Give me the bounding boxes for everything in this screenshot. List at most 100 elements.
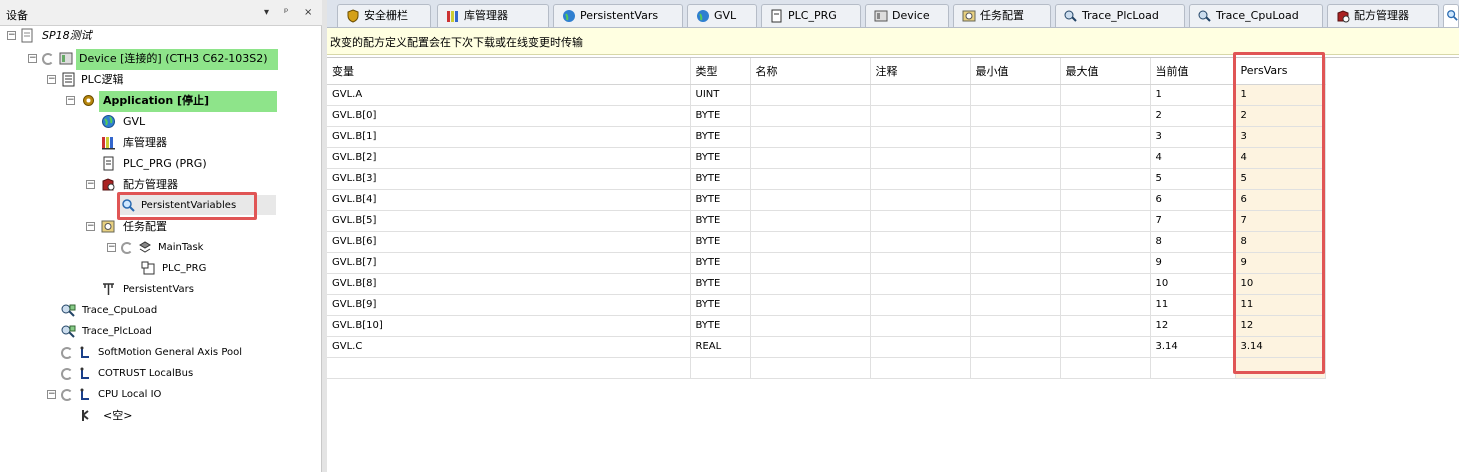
tab-task-config[interactable]: 任务配置 [953, 4, 1051, 27]
collapse-icon[interactable]: − [86, 222, 95, 231]
tab-trace-plcload[interactable]: Trace_PlcLoad [1055, 4, 1185, 27]
cell-min[interactable] [970, 252, 1061, 274]
empty-cell[interactable] [750, 357, 871, 379]
table-row[interactable]: GVL.B[4] BYTE 6 6 [327, 189, 1326, 211]
cell-comment[interactable] [870, 231, 971, 253]
cell-type[interactable]: UINT [690, 84, 751, 106]
cell-comment[interactable] [870, 126, 971, 148]
cell-type[interactable]: BYTE [690, 231, 751, 253]
cell-min[interactable] [970, 84, 1061, 106]
tree-item-maintask-plc-prg[interactable]: PLC_PRG [0, 259, 320, 278]
tree-item-persistentvariables[interactable]: PersistentVariables [0, 196, 320, 215]
tree-item-persistentvars[interactable]: PersistentVars [0, 280, 320, 299]
tree-item-task-config[interactable]: − 任务配置 [0, 217, 320, 236]
empty-cell[interactable] [870, 357, 971, 379]
column-header-current-value[interactable]: 当前值 [1150, 58, 1236, 85]
empty-cell[interactable] [690, 357, 751, 379]
cell-persvars[interactable]: 5 [1235, 168, 1326, 190]
cell-persvars[interactable]: 8 [1235, 231, 1326, 253]
tree-item-softmotion-axis-pool[interactable]: SoftMotion General Axis Pool [0, 343, 320, 362]
cell-name[interactable] [750, 105, 871, 127]
collapse-icon[interactable]: − [47, 75, 56, 84]
cell-max[interactable] [1060, 336, 1151, 358]
tab-gvl[interactable]: GVL [687, 4, 757, 27]
collapse-icon[interactable]: − [107, 243, 116, 252]
cell-type[interactable]: BYTE [690, 189, 751, 211]
cell-variable[interactable]: GVL.B[4] [327, 189, 691, 211]
cell-min[interactable] [970, 273, 1061, 295]
empty-cell[interactable] [1235, 357, 1326, 379]
tab-persistentvars[interactable]: PersistentVars [553, 4, 683, 27]
cell-comment[interactable] [870, 273, 971, 295]
table-row[interactable]: GVL.B[1] BYTE 3 3 [327, 126, 1326, 148]
cell-variable[interactable]: GVL.B[5] [327, 210, 691, 232]
cell-max[interactable] [1060, 315, 1151, 337]
cell-persvars[interactable]: 1 [1235, 84, 1326, 106]
cell-max[interactable] [1060, 189, 1151, 211]
cell-name[interactable] [750, 315, 871, 337]
cell-max[interactable] [1060, 231, 1151, 253]
cell-current-value[interactable]: 9 [1150, 252, 1236, 274]
collapse-icon[interactable]: − [28, 54, 37, 63]
cell-comment[interactable] [870, 336, 971, 358]
cell-current-value[interactable]: 2 [1150, 105, 1236, 127]
column-header-type[interactable]: 类型 [690, 58, 751, 85]
cell-max[interactable] [1060, 147, 1151, 169]
table-row[interactable]: GVL.B[5] BYTE 7 7 [327, 210, 1326, 232]
cell-name[interactable] [750, 147, 871, 169]
tree-item-plc-logic[interactable]: − PLC逻辑 [0, 70, 320, 89]
cell-comment[interactable] [870, 105, 971, 127]
tree-item-trace-cpuload[interactable]: Trace_CpuLoad [0, 301, 320, 320]
tree-item-application[interactable]: − Application [停止] [0, 91, 320, 110]
tab-trace-cpuload[interactable]: Trace_CpuLoad [1189, 4, 1323, 27]
cell-max[interactable] [1060, 168, 1151, 190]
cell-current-value[interactable]: 8 [1150, 231, 1236, 253]
table-row-empty[interactable] [327, 357, 1326, 379]
cell-comment[interactable] [870, 252, 971, 274]
cell-persvars[interactable]: 9 [1235, 252, 1326, 274]
cell-name[interactable] [750, 294, 871, 316]
cell-type[interactable]: BYTE [690, 126, 751, 148]
cell-type[interactable]: BYTE [690, 147, 751, 169]
table-row[interactable]: GVL.B[6] BYTE 8 8 [327, 231, 1326, 253]
cell-variable[interactable]: GVL.B[6] [327, 231, 691, 253]
column-header-max-value[interactable]: 最大值 [1060, 58, 1151, 85]
table-row[interactable]: GVL.C REAL 3.14 3.14 [327, 336, 1326, 358]
cell-name[interactable] [750, 168, 871, 190]
cell-variable[interactable]: GVL.B[8] [327, 273, 691, 295]
cell-name[interactable] [750, 210, 871, 232]
panel-menu-button[interactable]: ▾ [264, 7, 269, 18]
cell-max[interactable] [1060, 126, 1151, 148]
empty-cell[interactable] [970, 357, 1061, 379]
column-header-comment[interactable]: 注释 [870, 58, 971, 85]
collapse-icon[interactable]: − [86, 180, 95, 189]
cell-name[interactable] [750, 126, 871, 148]
panel-pin-button[interactable]: ᵖ [284, 7, 288, 18]
tab-recipe-manager[interactable]: 配方管理器 [1327, 4, 1439, 27]
cell-type[interactable]: BYTE [690, 210, 751, 232]
tree-item-trace-plcload[interactable]: Trace_PlcLoad [0, 322, 320, 341]
cell-current-value[interactable]: 3 [1150, 126, 1236, 148]
cell-current-value[interactable]: 1 [1150, 84, 1236, 106]
cell-name[interactable] [750, 336, 871, 358]
table-row[interactable]: GVL.B[8] BYTE 10 10 [327, 273, 1326, 295]
cell-persvars[interactable]: 2 [1235, 105, 1326, 127]
cell-current-value[interactable]: 11 [1150, 294, 1236, 316]
column-header-min-value[interactable]: 最小值 [970, 58, 1061, 85]
cell-type[interactable]: BYTE [690, 273, 751, 295]
cell-comment[interactable] [870, 168, 971, 190]
table-row[interactable]: GVL.B[0] BYTE 2 2 [327, 105, 1326, 127]
cell-persvars[interactable]: 3.14 [1235, 336, 1326, 358]
table-row[interactable]: GVL.A UINT 1 1 [327, 84, 1326, 106]
tab-plc-prg[interactable]: PLC_PRG [761, 4, 861, 27]
cell-variable[interactable]: GVL.B[3] [327, 168, 691, 190]
cell-persvars[interactable]: 6 [1235, 189, 1326, 211]
cell-variable[interactable]: GVL.B[2] [327, 147, 691, 169]
cell-type[interactable]: BYTE [690, 168, 751, 190]
cell-comment[interactable] [870, 294, 971, 316]
cell-max[interactable] [1060, 210, 1151, 232]
cell-min[interactable] [970, 210, 1061, 232]
table-row[interactable]: GVL.B[3] BYTE 5 5 [327, 168, 1326, 190]
column-header-persvars[interactable]: PersVars [1235, 58, 1326, 85]
tree-item-empty-slot[interactable]: <空> [0, 406, 320, 425]
